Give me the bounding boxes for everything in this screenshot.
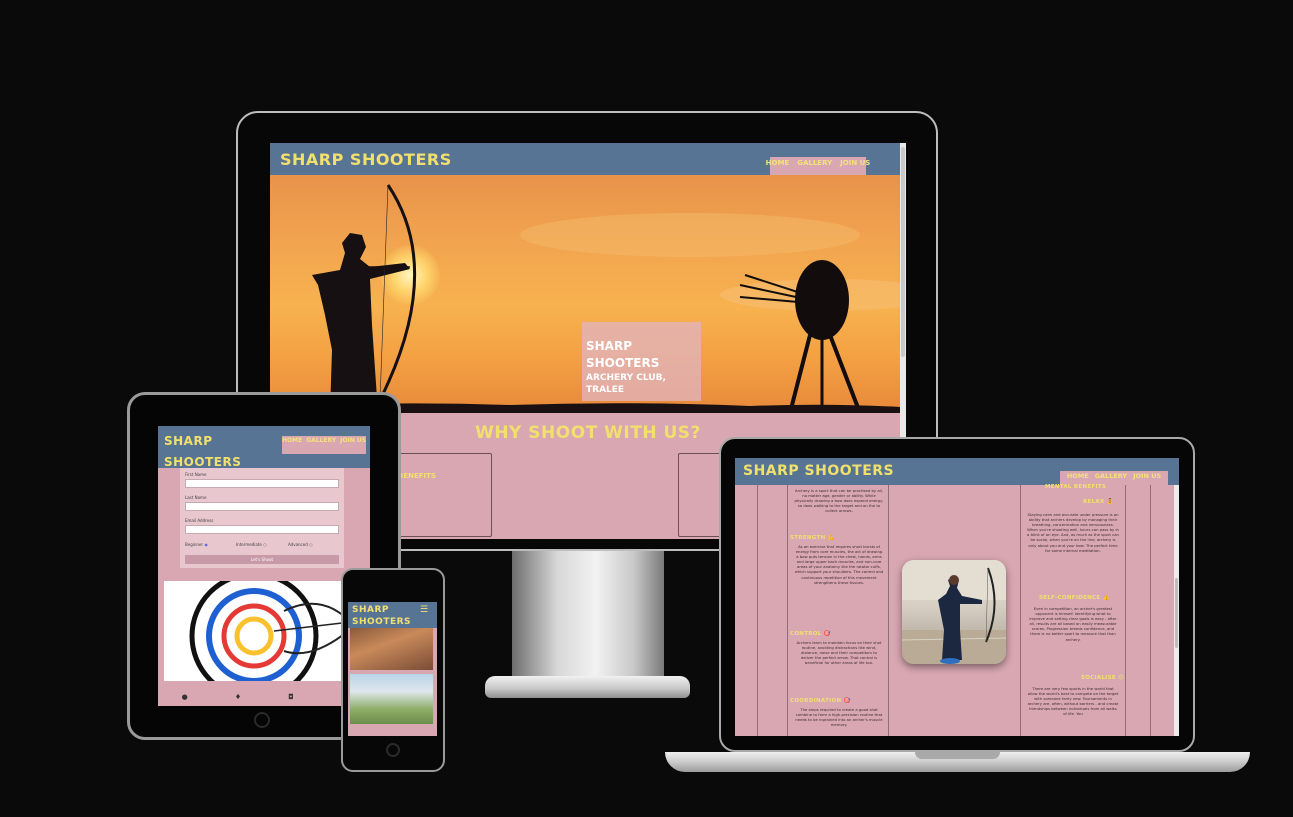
self-confidence-heading: SELF-CONFIDENCE 👍	[1039, 595, 1110, 601]
monitor-stand	[512, 551, 664, 678]
intro-text: Archery is a sport that can be practised…	[794, 488, 884, 514]
first-name-input[interactable]	[185, 479, 339, 488]
laptop-nav-join[interactable]: JOIN US	[1133, 472, 1161, 485]
control-heading: CONTROL 🎯	[790, 631, 831, 637]
level-advanced[interactable]: Advanced ○	[288, 542, 313, 547]
hero-card: SHARP SHOOTERS ARCHERY CLUB, TRALEE	[582, 322, 701, 401]
twitter-icon[interactable]: ♦	[235, 693, 241, 701]
physical-benefits-column: Archery is a sport that can be practised…	[787, 485, 889, 736]
last-name-label: Last Name	[185, 495, 207, 500]
first-name-label: First Name	[185, 472, 207, 477]
tablet-nav-gallery[interactable]: GALLERY	[306, 437, 336, 454]
email-label: Email Address	[185, 518, 214, 523]
laptop-header: SHARP SHOOTERS HOME GALLERY JOIN US	[735, 458, 1179, 485]
hero-title-line1: SHARP	[586, 339, 633, 353]
socialise-text: There are very few sports in the world t…	[1027, 686, 1119, 717]
target-image	[164, 581, 364, 681]
tablet-header: SHARP SHOOTERS HOME GALLERY JOIN US	[158, 426, 370, 469]
gallery-image-group	[350, 674, 433, 724]
laptop-scrollbar-thumb[interactable]	[1175, 578, 1178, 648]
archer-photo	[902, 560, 1006, 664]
facebook-icon[interactable]: ●	[182, 693, 188, 701]
join-form: First Name Last Name Email Address Begin…	[180, 468, 344, 568]
hero-subtitle-line1: ARCHERY CLUB,	[586, 373, 666, 383]
tablet-footer: ● ♦ ◘ ▶	[158, 688, 370, 706]
laptop-notch	[915, 752, 1000, 759]
column-divider	[757, 485, 758, 736]
tablet-home-button	[254, 712, 270, 728]
hero-image: SHARP SHOOTERS ARCHERY CLUB, TRALEE	[270, 175, 900, 413]
laptop-brand[interactable]: SHARP SHOOTERS	[743, 463, 894, 479]
mental-benefits-heading: MENTAL BENEFITS	[1045, 484, 1107, 490]
column-divider	[1150, 485, 1151, 736]
benefits-box-left	[390, 453, 492, 537]
tablet-nav: HOME GALLERY JOIN US	[282, 436, 366, 454]
target-drawing	[189, 581, 360, 681]
last-name-input[interactable]	[185, 502, 339, 511]
coordination-heading: COORDINATION 🎯	[790, 698, 851, 704]
mental-benefits-column: MENTAL BENEFITS RELAX 🧘 Staying calm and…	[1020, 484, 1126, 736]
socialise-heading: SOCIALISE 😊	[1081, 675, 1125, 681]
site-brand[interactable]: SHARP SHOOTERS	[280, 150, 452, 169]
phone-brand[interactable]: SHARP SHOOTERS	[352, 604, 411, 628]
hero-subtitle-line2: TRALEE	[586, 385, 625, 395]
benefits-heading: BENEFITS	[398, 472, 436, 480]
laptop-nav: HOME GALLERY JOIN US	[1060, 471, 1168, 485]
nav-home-link[interactable]: HOME	[766, 159, 790, 167]
archer-photo-drawing	[902, 560, 1006, 664]
gallery-image-archer	[350, 628, 433, 670]
laptop-screen: SHARP SHOOTERS HOME GALLERY JOIN US Arch…	[735, 458, 1179, 736]
control-text: Archers learn to maintain focus on their…	[796, 640, 882, 666]
email-input[interactable]	[185, 525, 339, 534]
relax-heading: RELAX 🧘	[1083, 499, 1114, 505]
strength-heading: STRENGTH 💪	[790, 535, 835, 541]
phone-header: SHARP SHOOTERS ☰	[348, 602, 437, 628]
hero-title-line2: SHOOTERS	[586, 356, 660, 370]
phone-home-button	[386, 743, 400, 757]
level-beginner[interactable]: Beginner ◉	[185, 542, 208, 547]
phone-screen: SHARP SHOOTERS ☰	[348, 602, 437, 736]
tablet-nav-home[interactable]: HOME	[282, 437, 302, 454]
strength-text: As an exercise that requires short burst…	[794, 544, 884, 585]
tablet-brand[interactable]: SHARP SHOOTERS	[164, 431, 241, 473]
desktop-scrollbar-thumb[interactable]	[901, 147, 905, 357]
nav-gallery-link[interactable]: GALLERY	[797, 159, 832, 167]
site-header: SHARP SHOOTERS HOME GALLERY JOIN US	[270, 143, 906, 175]
tablet-nav-join[interactable]: JOIN US	[340, 437, 366, 454]
hamburger-icon[interactable]: ☰	[420, 605, 428, 615]
instagram-icon[interactable]: ◘	[288, 693, 294, 701]
coordination-text: The steps required to create a good shot…	[795, 707, 883, 728]
monitor-stand-base	[485, 676, 690, 698]
self-confidence-text: Even in competition, an archer's greates…	[1029, 606, 1117, 642]
lets-shoot-button[interactable]: Let's Shoot	[185, 555, 339, 564]
level-intermediate[interactable]: Intermediate ○	[236, 542, 267, 547]
relax-text: Staying calm and accurate under pressure…	[1027, 512, 1119, 553]
tablet-screen: SHARP SHOOTERS HOME GALLERY JOIN US Firs…	[158, 426, 370, 706]
main-nav: HOME GALLERY JOIN US	[766, 157, 870, 175]
nav-join-link[interactable]: JOIN US	[840, 159, 870, 167]
